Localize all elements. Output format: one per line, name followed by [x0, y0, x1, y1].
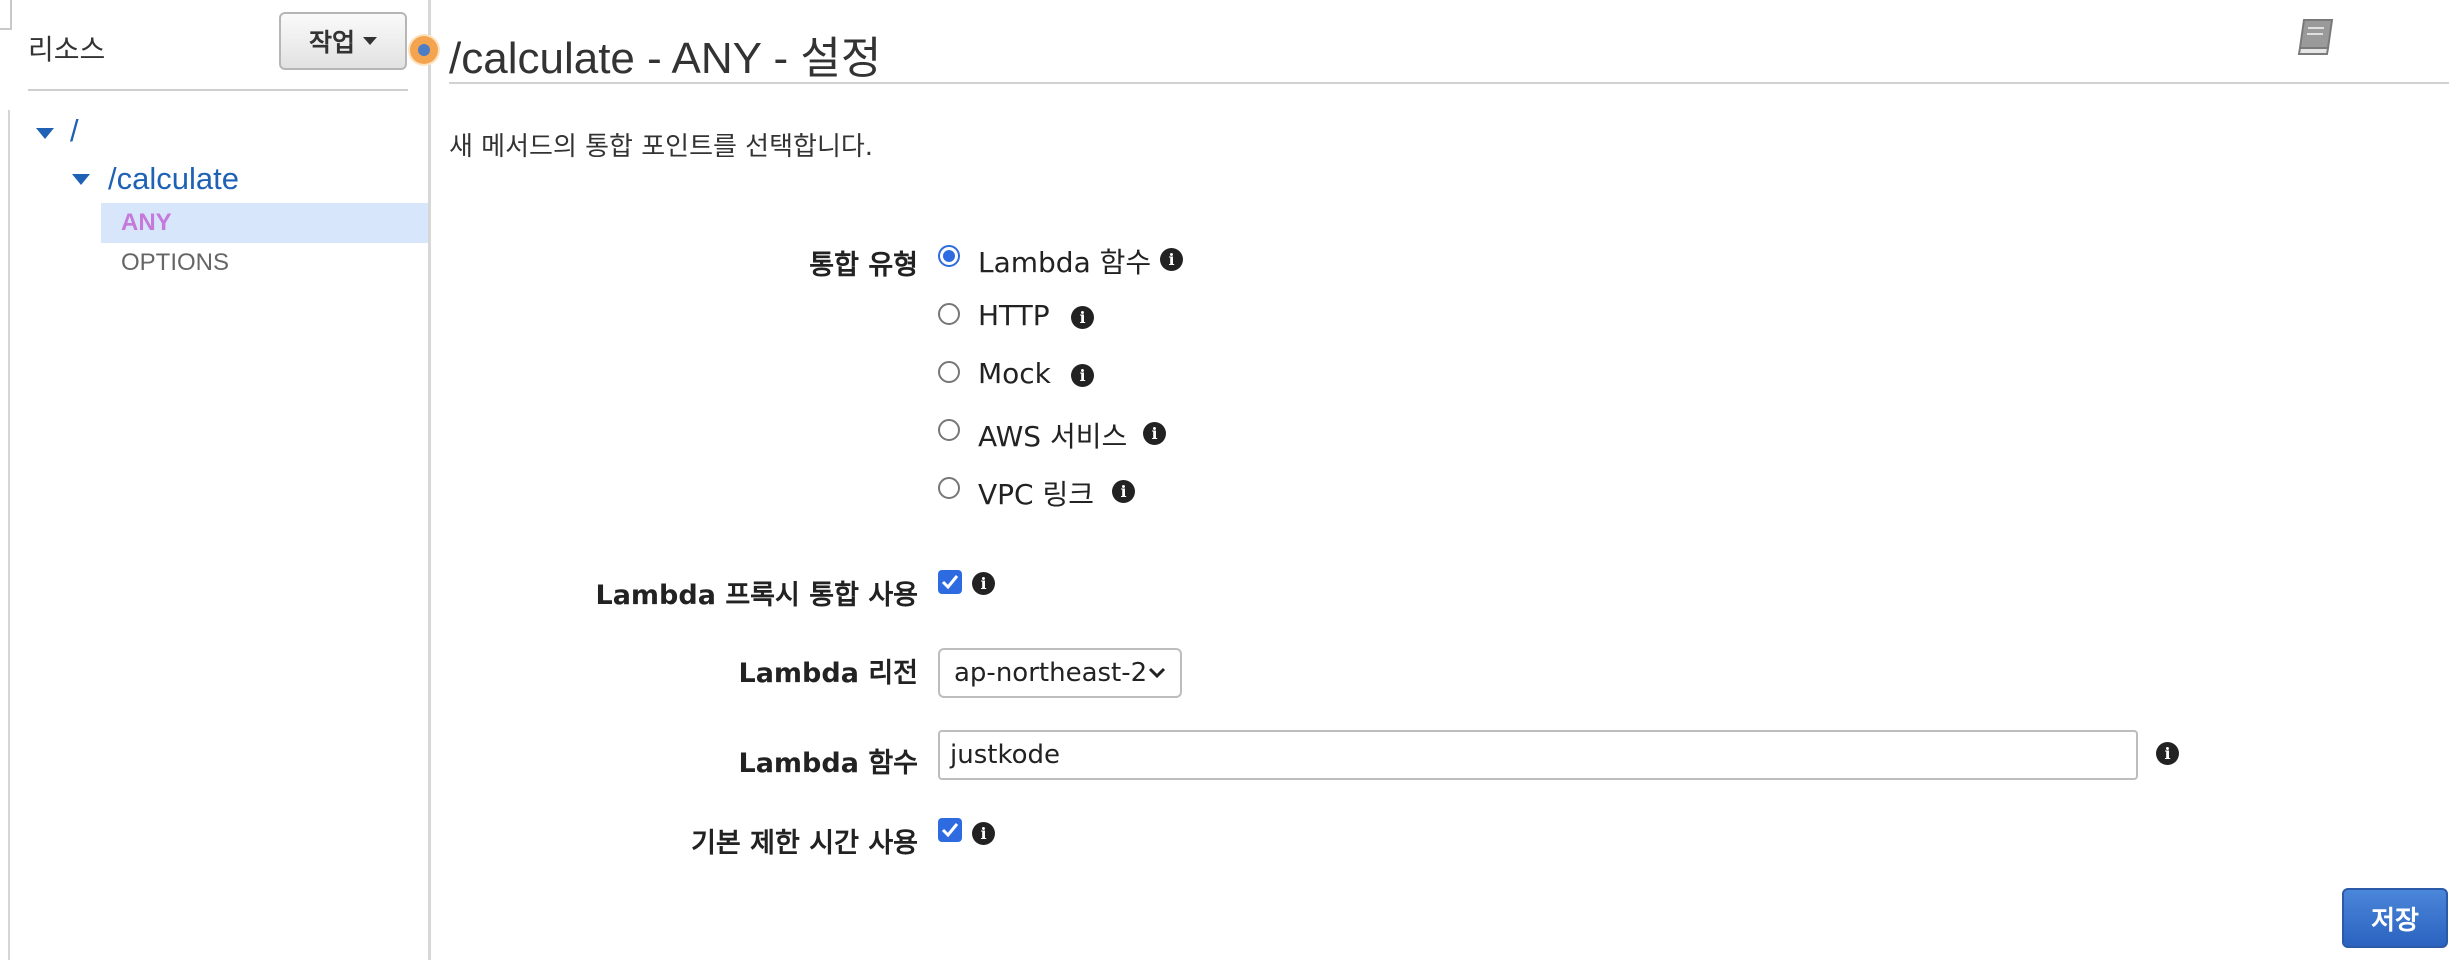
status-indicator-icon: [410, 36, 438, 64]
expand-arrow-icon[interactable]: [36, 128, 54, 139]
proxy-integration-checkbox[interactable]: [938, 570, 962, 594]
option-label-aws-service: AWS 서비스: [978, 420, 1128, 453]
lambda-function-label: Lambda 함수: [738, 748, 918, 779]
option-label-vpc-link: VPC 링크: [978, 478, 1095, 511]
info-icon[interactable]: i: [2156, 742, 2179, 765]
form-description: 새 메서드의 통합 포인트를 선택합니다.: [449, 132, 874, 162]
info-icon[interactable]: i: [1071, 306, 1094, 329]
tree-item-root[interactable]: /: [70, 113, 79, 149]
expand-arrow-icon[interactable]: [72, 174, 90, 185]
caret-down-icon: [363, 37, 377, 45]
lambda-region-select[interactable]: ap-northeast-2: [938, 648, 1182, 698]
lambda-region-label: Lambda 리전: [738, 658, 918, 689]
tree-method-any[interactable]: ANY: [101, 203, 429, 243]
option-label-mock: Mock: [978, 357, 1051, 390]
sidebar-divider: [428, 0, 431, 960]
info-icon[interactable]: i: [972, 822, 995, 845]
info-icon[interactable]: i: [972, 572, 995, 595]
info-icon[interactable]: i: [1112, 480, 1135, 503]
radio-mock[interactable]: [938, 361, 960, 383]
info-icon[interactable]: i: [1160, 248, 1183, 271]
divider: [28, 89, 408, 91]
tree-item-calculate[interactable]: /calculate: [108, 161, 239, 197]
radio-aws-service[interactable]: [938, 419, 960, 441]
proxy-integration-label: Lambda 프록시 통합 사용: [595, 580, 918, 611]
integration-type-label: 통합 유형: [809, 250, 918, 281]
info-icon[interactable]: i: [1143, 422, 1166, 445]
lambda-function-input[interactable]: justkode: [938, 730, 2138, 780]
info-icon[interactable]: i: [1071, 364, 1094, 387]
region-value: ap-northeast-2: [954, 658, 1148, 688]
checkmark-icon: [941, 575, 959, 590]
actions-dropdown-button[interactable]: 작업: [279, 12, 407, 70]
function-value: justkode: [950, 740, 1060, 770]
chevron-down-icon: [1148, 667, 1166, 679]
default-timeout-label: 기본 제한 시간 사용: [691, 828, 918, 859]
resources-sidebar: 리소스 작업 / /calculate ANY OPTIONS: [0, 0, 430, 960]
actions-label: 작업: [308, 28, 355, 57]
save-button[interactable]: 저장: [2342, 888, 2448, 948]
resources-title: 리소스: [28, 33, 106, 66]
documentation-book-icon[interactable]: [2290, 14, 2340, 60]
radio-vpc-link[interactable]: [938, 477, 960, 499]
option-label-http: HTTP: [978, 299, 1050, 332]
option-label-lambda: Lambda 함수: [978, 246, 1152, 279]
default-timeout-checkbox[interactable]: [938, 818, 962, 842]
radio-http[interactable]: [938, 303, 960, 325]
checkmark-icon: [941, 823, 959, 838]
title-divider: [449, 82, 2449, 84]
page-title: /calculate - ANY - 설정: [449, 34, 882, 83]
radio-lambda-function[interactable]: [938, 245, 960, 267]
